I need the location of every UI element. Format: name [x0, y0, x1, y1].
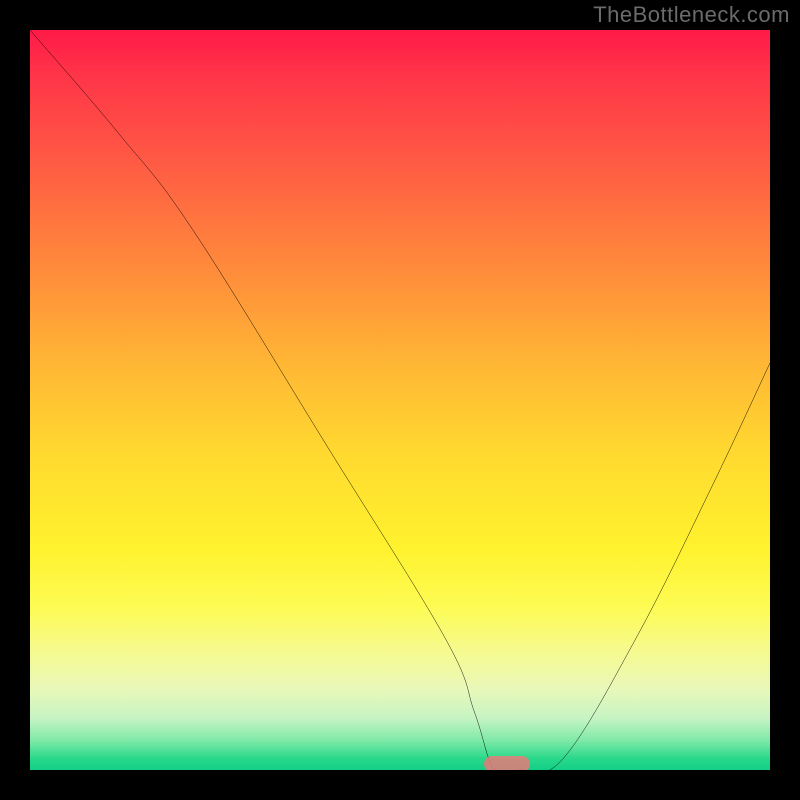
watermark-text: TheBottleneck.com	[593, 2, 790, 28]
plot-area	[30, 30, 770, 770]
curve-path	[30, 30, 770, 770]
chart-frame: TheBottleneck.com	[0, 0, 800, 800]
bottleneck-curve	[30, 30, 770, 770]
optimal-range-marker	[484, 756, 530, 770]
